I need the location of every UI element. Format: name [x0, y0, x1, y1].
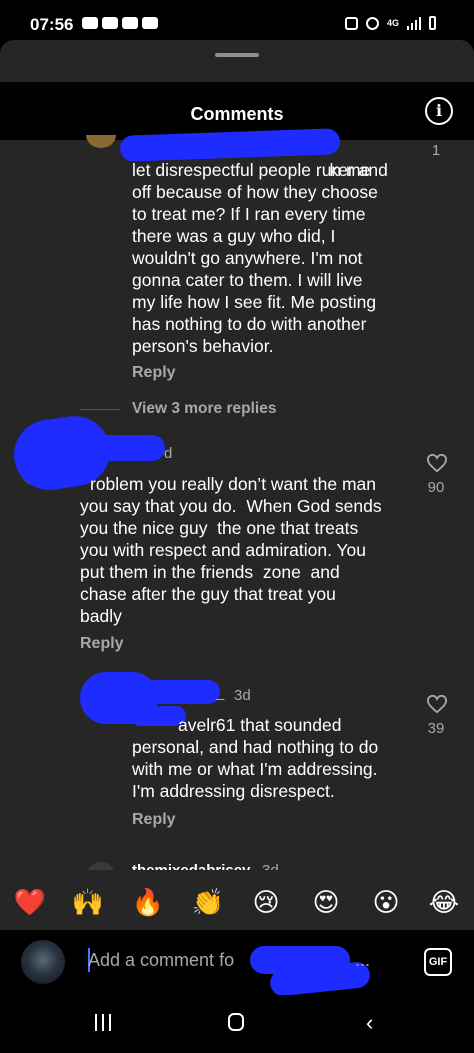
comment-line: off because of how they choose [132, 182, 378, 202]
comment-input-placeholder: Add a comment fo [88, 950, 235, 970]
comment-line: my life how I see fit. Me posting [132, 292, 377, 312]
recent-apps-icon[interactable] [95, 1014, 111, 1031]
comment-line: with me or what I'm addressing. [132, 759, 378, 779]
comment-text: personal, and had nothing to do with me … [132, 736, 378, 802]
comment-username[interactable]: themixedabrisey [132, 862, 250, 870]
alarm-icon [365, 16, 379, 30]
signal-icon [407, 16, 421, 30]
avatar [21, 940, 65, 984]
reply-button[interactable]: Reply [132, 811, 176, 829]
avatar[interactable] [86, 862, 116, 870]
sheet-drag-handle[interactable] [215, 53, 259, 57]
home-icon[interactable] [228, 1013, 244, 1031]
comment-line: to treat me? If I ran every time [132, 204, 366, 224]
comment-timestamp: 3d [262, 862, 279, 870]
comment-username[interactable]: _ [216, 685, 224, 702]
emoji-button[interactable]: 👏 [188, 886, 228, 920]
comment-line: badly [80, 606, 122, 626]
network-type: 4G [386, 17, 399, 28]
heart-icon[interactable] [426, 694, 448, 714]
emoji-button[interactable]: 😂 [424, 886, 464, 920]
comment-line: person's behavior. [132, 336, 274, 356]
emoji-button[interactable]: ❤️ [10, 886, 50, 920]
comment-line: let disrespectful people run me [132, 160, 371, 180]
game-controller-icon [102, 17, 118, 29]
system-nav-bar: ‹ [0, 995, 474, 1053]
emoji-button[interactable]: 😮 [366, 886, 406, 920]
info-icon[interactable]: i [425, 97, 453, 125]
status-time: 07:56 [30, 15, 74, 34]
lock-icon [344, 16, 358, 30]
system-icons: 4G [344, 16, 436, 30]
comment-line: you with respect and admiration. You [80, 540, 367, 560]
notification-icons [82, 17, 158, 29]
like-count: 1 [431, 142, 441, 159]
comment-line: personal, and had nothing to do [132, 737, 379, 757]
battery-icon [429, 16, 436, 30]
cut-off-comment: themixedabrisey 3d [0, 858, 474, 870]
comment-text: you say that you do. When God sends you … [80, 495, 382, 627]
comment-input[interactable]: Add a comment fo [88, 950, 234, 971]
youtube-icon [142, 17, 158, 29]
comment-line: you say that you do. When God sends [80, 496, 382, 516]
comment-line: has nothing to do with another [132, 314, 367, 334]
game-controller-icon [82, 17, 98, 29]
view-more-replies-button[interactable]: View 3 more replies [132, 400, 276, 418]
page-title: Comments [190, 104, 284, 124]
comment-line: put them in the friends zone and [80, 562, 340, 582]
emoji-button[interactable]: 😢 [246, 886, 286, 920]
redaction-mark [60, 435, 165, 461]
comment-line: chase after the guy that treat you [80, 584, 336, 604]
divider [80, 409, 120, 410]
comment-line: gonna cater to them. I will live [132, 270, 363, 290]
comment-timestamp: 3d [234, 687, 251, 704]
comment-line: avelr61 that sounded [178, 715, 342, 735]
comment-text: roblem you really don’t want the man [90, 473, 376, 495]
comment-line: I'm addressing disrespect. [132, 781, 335, 801]
comment-timestamp: d [164, 445, 173, 462]
comment-line: wouldn't go anywhere. I'm not [132, 248, 363, 268]
like-count: 39 [427, 720, 445, 737]
comment-text: avelr61 that sounded [178, 714, 341, 736]
comment-line: roblem you really don’t want the man [90, 474, 376, 494]
comment-input-bar: Add a comment fo ... GIF [0, 930, 474, 998]
back-icon[interactable]: ‹ [366, 1012, 373, 1034]
comment-text: let disrespectful people run me off beca… [132, 159, 378, 357]
like-count: 90 [427, 479, 445, 496]
reply-button[interactable]: Reply [80, 635, 124, 653]
comments-sheet: Comments i ker and let disrespectful peo… [0, 40, 474, 995]
youtube-icon [122, 17, 138, 29]
emoji-button[interactable]: 🔥 [128, 886, 168, 920]
comment-input-ellipsis: ... [355, 950, 371, 970]
comment-line: there was a guy who did, I [132, 226, 336, 246]
reply-button[interactable]: Reply [132, 364, 176, 382]
gif-icon[interactable]: GIF [424, 948, 452, 976]
emoji-button[interactable]: 😍 [306, 886, 346, 920]
heart-icon[interactable] [426, 453, 448, 473]
emoji-reaction-bar: ❤️ 🙌 🔥 👏 😢 😍 😮 😂 [0, 886, 474, 926]
redaction-mark [100, 680, 220, 704]
emoji-button[interactable]: 🙌 [68, 886, 108, 920]
comment-line: you the nice guy the one that treats [80, 518, 359, 538]
